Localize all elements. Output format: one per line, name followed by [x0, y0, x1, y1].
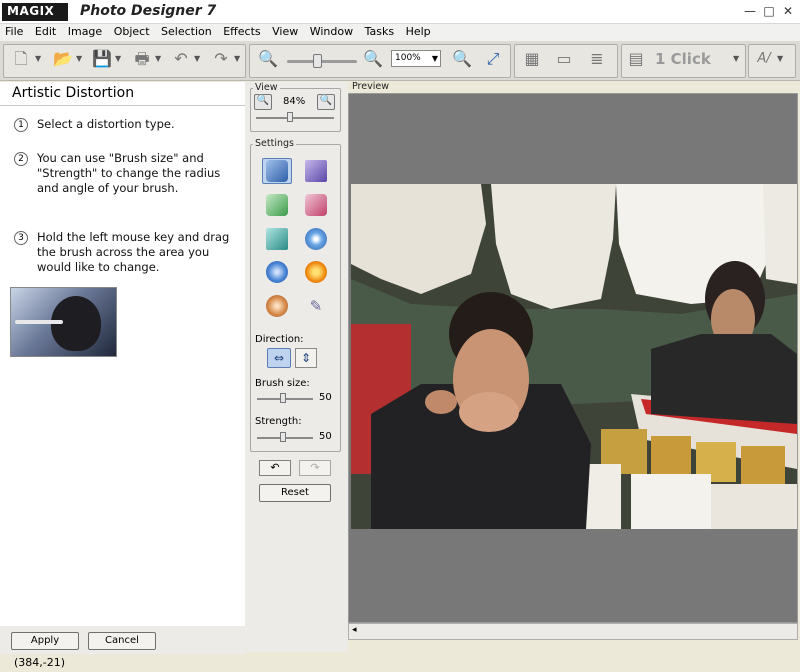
menu-edit[interactable]: Edit [30, 24, 59, 38]
undo-dropdown-icon[interactable]: ▼ [194, 55, 202, 63]
new-icon[interactable]: 🗋 [10, 49, 32, 69]
menu-view[interactable]: View [267, 24, 301, 38]
zoom-100-icon[interactable]: 🔍 [451, 49, 473, 69]
menu-effects[interactable]: Effects [218, 24, 263, 38]
app-title: Photo Designer 7 [80, 3, 217, 19]
preview-photo[interactable] [351, 184, 797, 529]
direction-vertical-icon[interactable]: ⇕ [295, 348, 317, 368]
view-zoom-value: 84% [283, 96, 306, 107]
grid-warp-effect-icon[interactable] [266, 160, 288, 182]
close-button[interactable]: ✕ [781, 4, 795, 18]
step-text: Select a distortion type. [37, 117, 175, 131]
sun-burst-effect-icon[interactable] [305, 261, 327, 283]
zoom-slider-track[interactable] [287, 60, 357, 63]
view-label: View [253, 82, 280, 93]
divider [0, 105, 245, 106]
menu-window[interactable]: Window [305, 24, 356, 38]
save-dropdown-icon[interactable]: ▼ [115, 55, 123, 63]
strength-slider-thumb[interactable] [280, 432, 286, 442]
view-zoom-out-icon[interactable]: 🔍 [254, 94, 272, 110]
ripple-effect-icon[interactable] [305, 228, 327, 250]
view-zoom-in-icon[interactable]: 🔍 [317, 94, 335, 110]
preview-label: Preview [352, 81, 389, 92]
apply-button[interactable]: Apply [11, 632, 79, 650]
settings-panel: View 🔍 84% 🔍 Settings ✎ Direction: ⇔ ⇕ B… [245, 82, 348, 652]
menu-image[interactable]: Image [63, 24, 105, 38]
twirl-blue-effect-icon[interactable] [266, 261, 288, 283]
step-number: 2 [14, 152, 28, 166]
zoom-select-value: 100% [395, 53, 421, 63]
distorted-photo-graphic [351, 184, 797, 529]
magix-logo: MAGIX [2, 3, 68, 21]
compare-icon[interactable]: ▦ [521, 49, 543, 69]
menu-tasks[interactable]: Tasks [360, 24, 397, 38]
dialog-buttons: Apply Cancel [0, 626, 245, 654]
auto-icon[interactable]: A/ [753, 49, 775, 69]
zoom-fit-icon[interactable]: ⤢ [482, 49, 504, 69]
status-bar: (384,-21) [0, 654, 800, 672]
title-bar: MAGIX Photo Designer 7 — □ ✕ [0, 0, 800, 24]
main-toolbar: 🗋 ▼ 📂 ▼ 💾 ▼ 🖶 ▼ ↶ ▼ ↷ ▼ 🔍 🔍 100% ▼ 🔍 ⤢ ▦… [0, 41, 800, 81]
example-nose [15, 320, 63, 324]
brush-size-label: Brush size: [255, 378, 310, 389]
auto-dropdown-icon[interactable]: ▼ [777, 55, 785, 63]
one-click-button[interactable]: 1 Click [655, 50, 711, 68]
zoom-select[interactable]: 100% ▼ [391, 50, 441, 67]
reset-button[interactable]: Reset [259, 484, 331, 502]
scroll-left-icon[interactable]: ◂ [352, 625, 357, 635]
one-click-photo-icon[interactable]: ▤ [625, 49, 647, 69]
undo-stroke-icon[interactable]: ↶ [259, 460, 291, 476]
open-dropdown-icon[interactable]: ▼ [76, 55, 84, 63]
bulge-green-effect-icon[interactable] [266, 194, 288, 216]
open-icon[interactable]: 📂 [52, 49, 74, 69]
settings-label: Settings [253, 138, 296, 149]
direction-label: Direction: [255, 334, 304, 345]
step-number: 3 [14, 231, 28, 245]
step-number: 1 [14, 118, 28, 132]
zoom-slider-thumb[interactable] [313, 54, 322, 68]
screen-icon[interactable]: ▭ [553, 49, 575, 69]
one-click-dropdown-icon[interactable]: ▼ [733, 55, 741, 63]
cursor-coordinates: (384,-21) [14, 656, 66, 669]
save-icon[interactable]: 💾 [91, 49, 113, 69]
zoom-out-icon[interactable]: 🔍 [257, 49, 279, 69]
zoom-in-icon[interactable]: 🔍 [362, 49, 384, 69]
chevron-down-icon: ▼ [431, 54, 438, 63]
menu-bar: File Edit Image Object Selection Effects… [0, 24, 800, 41]
pinch-square-effect-icon[interactable] [305, 160, 327, 182]
maximize-button[interactable]: □ [762, 4, 776, 18]
strength-label: Strength: [255, 416, 302, 427]
distortion-example-image [10, 287, 117, 357]
print-dropdown-icon[interactable]: ▼ [155, 55, 163, 63]
settings-box [250, 144, 341, 452]
menu-help[interactable]: Help [401, 24, 434, 38]
bulge-pink-effect-icon[interactable] [305, 194, 327, 216]
restore-brush-effect-icon[interactable]: ✎ [305, 295, 327, 317]
print-icon[interactable]: 🖶 [131, 49, 153, 69]
menu-object[interactable]: Object [109, 24, 153, 38]
brush-size-value: 50 [319, 392, 332, 403]
direction-horizontal-icon[interactable]: ⇔ [267, 348, 291, 368]
step-text: Hold the left mouse key and drag the bru… [37, 230, 230, 274]
pinch-teal-effect-icon[interactable] [266, 228, 288, 250]
redo-stroke-icon[interactable]: ↷ [299, 460, 331, 476]
panel-title: Artistic Distortion [12, 85, 135, 101]
cancel-button[interactable]: Cancel [88, 632, 156, 650]
view-zoom-slider-thumb[interactable] [287, 112, 293, 122]
layers-icon[interactable]: ≣ [586, 49, 608, 69]
menu-file[interactable]: File [0, 24, 26, 38]
step-text: You can use "Brush size" and "Strength" … [37, 151, 221, 195]
undo-icon[interactable]: ↶ [170, 49, 192, 69]
redo-icon[interactable]: ↷ [210, 49, 232, 69]
minimize-button[interactable]: — [743, 4, 757, 18]
twirl-orange-effect-icon[interactable] [266, 295, 288, 317]
instructions-panel: Artistic Distortion 1 Select a distortio… [0, 82, 245, 652]
brush-size-slider-thumb[interactable] [280, 393, 286, 403]
menu-selection[interactable]: Selection [156, 24, 215, 38]
strength-value: 50 [319, 431, 332, 442]
new-dropdown-icon[interactable]: ▼ [35, 55, 43, 63]
view-zoom-slider-track[interactable] [256, 117, 334, 119]
horizontal-scrollbar[interactable]: ◂ [348, 623, 798, 640]
redo-dropdown-icon[interactable]: ▼ [234, 55, 242, 63]
